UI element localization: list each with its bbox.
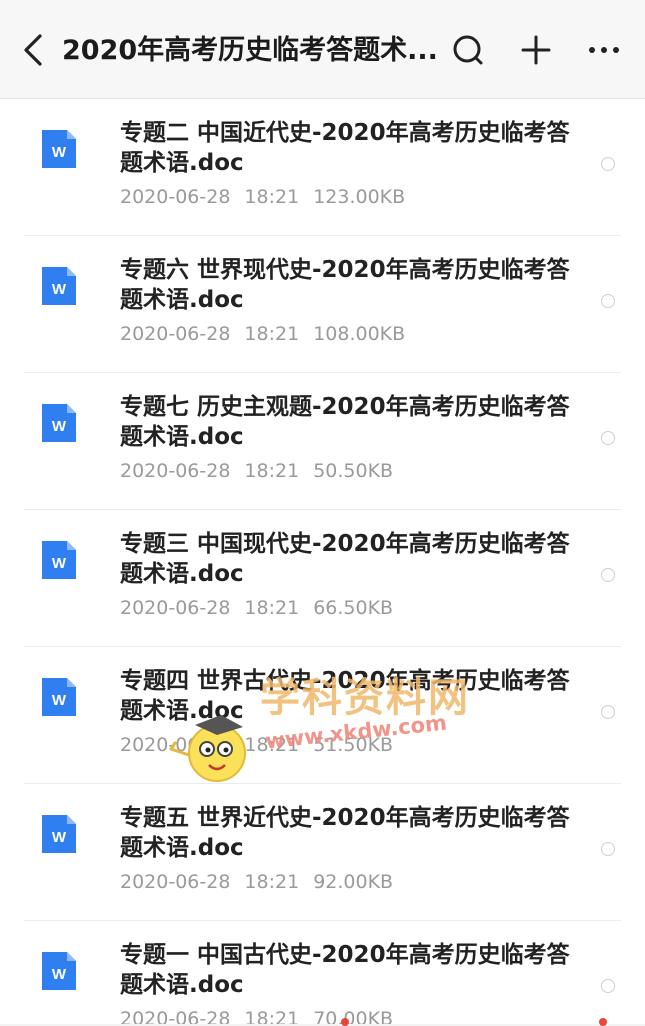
file-name: 专题四 世界古代史-2020年高考历史临考答题术语.doc (120, 668, 570, 724)
file-date: 2020-06-28 (120, 734, 231, 756)
file-list-item[interactable]: W 专题一 中国古代史-2020年高考历史临考答题术语.doc 2020-06-28… (24, 921, 621, 1024)
svg-text:W: W (52, 829, 67, 846)
word-doc-icon: W (42, 267, 76, 305)
file-size: 70.00KB (313, 1008, 394, 1024)
file-meta: 2020-06-28 18:21 66.50KB (120, 596, 407, 620)
word-doc-icon: W (42, 952, 76, 990)
back-icon[interactable] (14, 28, 54, 72)
file-time: 18:21 (244, 597, 300, 619)
select-radio[interactable] (601, 431, 615, 445)
word-doc-icon: W (42, 678, 76, 716)
file-size: 108.00KB (313, 323, 406, 345)
file-meta: 2020-06-28 18:21 51.50KB (120, 733, 407, 757)
file-time: 18:21 (244, 734, 300, 756)
file-list: W 专题二 中国近代史-2020年高考历史临考答题术语.doc 2020-06-28… (0, 99, 645, 1024)
word-doc-icon: W (42, 404, 76, 442)
word-doc-icon: W (42, 130, 76, 168)
file-name: 专题五 世界近代史-2020年高考历史临考答题术语.doc (120, 805, 570, 861)
top-app-bar: 2020年高考历史临考答题术... (0, 0, 645, 99)
file-date: 2020-06-28 (120, 186, 231, 208)
red-dot (599, 1018, 607, 1026)
file-size: 123.00KB (313, 186, 406, 208)
file-date: 2020-06-28 (120, 597, 231, 619)
file-size: 50.50KB (313, 460, 394, 482)
svg-text:W: W (52, 144, 67, 161)
select-radio[interactable] (601, 979, 615, 993)
file-meta: 2020-06-28 18:21 123.00KB (120, 185, 419, 209)
file-size: 51.50KB (313, 734, 394, 756)
svg-text:W: W (52, 966, 67, 983)
file-meta: 2020-06-28 18:21 108.00KB (120, 322, 419, 346)
file-list-item[interactable]: W 专题四 世界古代史-2020年高考历史临考答题术语.doc 2020-06-28… (24, 647, 621, 784)
page-title: 2020年高考历史临考答题术... (62, 35, 438, 66)
svg-text:W: W (52, 692, 67, 709)
svg-text:W: W (52, 418, 67, 435)
file-size: 92.00KB (313, 871, 394, 893)
file-meta: 2020-06-28 18:21 50.50KB (120, 459, 407, 483)
file-time: 18:21 (244, 1008, 300, 1024)
file-size: 66.50KB (313, 597, 394, 619)
svg-text:W: W (52, 281, 67, 298)
file-date: 2020-06-28 (120, 871, 231, 893)
red-dot (341, 1018, 349, 1026)
word-doc-icon: W (42, 815, 76, 853)
select-radio[interactable] (601, 568, 615, 582)
file-list-item[interactable]: W 专题六 世界现代史-2020年高考历史临考答题术语.doc 2020-06-28… (24, 236, 621, 373)
search-icon[interactable] (448, 30, 488, 70)
file-time: 18:21 (244, 323, 300, 345)
file-date: 2020-06-28 (120, 323, 231, 345)
file-name: 专题三 中国现代史-2020年高考历史临考答题术语.doc (120, 531, 570, 587)
file-list-item[interactable]: W 专题五 世界近代史-2020年高考历史临考答题术语.doc 2020-06-28… (24, 784, 621, 921)
file-time: 18:21 (244, 460, 300, 482)
svg-text:W: W (52, 555, 67, 572)
file-time: 18:21 (244, 186, 300, 208)
more-icon[interactable] (584, 30, 624, 70)
file-meta: 2020-06-28 18:21 92.00KB (120, 870, 407, 894)
select-radio[interactable] (601, 705, 615, 719)
file-name: 专题六 世界现代史-2020年高考历史临考答题术语.doc (120, 257, 570, 313)
file-name: 专题二 中国近代史-2020年高考历史临考答题术语.doc (120, 120, 570, 176)
add-icon[interactable] (516, 30, 556, 70)
file-time: 18:21 (244, 871, 300, 893)
file-date: 2020-06-28 (120, 1008, 231, 1024)
file-name: 专题七 历史主观题-2020年高考历史临考答题术语.doc (120, 394, 570, 450)
select-radio[interactable] (601, 842, 615, 856)
file-meta: 2020-06-28 18:21 70.00KB (120, 1007, 407, 1024)
select-radio[interactable] (601, 294, 615, 308)
file-list-item[interactable]: W 专题七 历史主观题-2020年高考历史临考答题术语.doc 2020-06-28… (24, 373, 621, 510)
file-date: 2020-06-28 (120, 460, 231, 482)
file-list-item[interactable]: W 专题二 中国近代史-2020年高考历史临考答题术语.doc 2020-06-28… (24, 99, 621, 236)
word-doc-icon: W (42, 541, 76, 579)
file-name: 专题一 中国古代史-2020年高考历史临考答题术语.doc (120, 942, 570, 998)
select-radio[interactable] (601, 157, 615, 171)
file-list-item[interactable]: W 专题三 中国现代史-2020年高考历史临考答题术语.doc 2020-06-28… (24, 510, 621, 647)
